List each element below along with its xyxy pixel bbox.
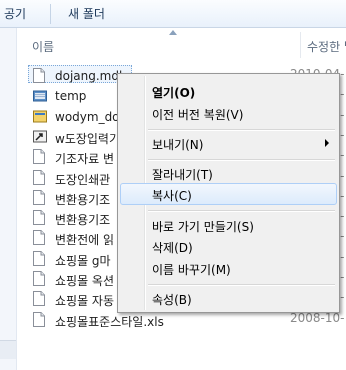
menu-item-cut-label: 잘라내기(T) <box>152 168 213 182</box>
column-header-name[interactable]: 이름 <box>32 38 54 55</box>
menu-item-open-label: 열기(O) <box>152 86 196 100</box>
file-name-cell[interactable]: w도장입력기 <box>28 126 120 146</box>
submenu-arrow-icon <box>325 139 329 147</box>
file-name-cell[interactable]: 변환전에 읽 <box>28 227 118 247</box>
menu-item-delete-label: 삭제(D) <box>152 241 193 255</box>
file-icon <box>33 149 45 165</box>
menu-item-copy[interactable]: 복사(C) <box>120 183 337 205</box>
file-name-cell[interactable]: 쇼핑몰표준스타일.xls <box>28 309 164 329</box>
menu-item-create-shortcut[interactable]: 바로 가기 만들기(S) <box>120 214 337 236</box>
file-name: dojang.mdb <box>55 69 127 83</box>
menu-item-create-shortcut-label: 바로 가기 만들기(S) <box>152 220 254 234</box>
menu-item-restore-previous[interactable]: 이전 버전 복원(V) <box>120 102 337 124</box>
column-divider[interactable] <box>300 32 301 58</box>
file-icon <box>33 189 45 205</box>
share-button[interactable]: 공기 <box>4 0 26 28</box>
menu-item-rename[interactable]: 이름 바꾸기(M) <box>120 257 337 279</box>
file-icon <box>33 230 45 246</box>
folder-icon <box>33 88 47 103</box>
toolbar: 공기 새 폴더 <box>0 0 346 28</box>
program-icon <box>33 109 47 124</box>
menu-item-rename-label: 이름 바꾸기(M) <box>152 263 231 277</box>
file-name-cell[interactable]: 쇼핑몰 g마 <box>28 248 118 268</box>
file-name-cell[interactable]: wodym_doj <box>28 106 123 124</box>
file-icon <box>33 210 45 226</box>
file-name-cell[interactable]: 도장인쇄관 <box>28 167 118 187</box>
file-name-cell[interactable]: 기조자료 변 <box>28 146 118 166</box>
navigation-scrollbar[interactable] <box>0 340 16 359</box>
menu-separator <box>148 284 335 286</box>
menu-separator <box>148 210 335 212</box>
file-name-cell[interactable]: 쇼핑몰 옥션 <box>28 268 118 288</box>
menu-item-copy-label: 복사(C) <box>152 189 192 203</box>
file-name-cell[interactable]: 쇼핑몰 자동 <box>28 288 118 308</box>
file-name: 쇼핑몰표준스타일.xls <box>55 314 164 329</box>
menu-item-properties-label: 속성(B) <box>152 293 192 307</box>
toolbar-separator <box>50 4 51 24</box>
menu-separator <box>148 159 335 161</box>
menu-item-delete[interactable]: 삭제(D) <box>120 235 337 257</box>
file-name-cell[interactable]: temp <box>28 85 118 103</box>
file-name: temp <box>55 89 87 104</box>
file-icon <box>33 250 45 266</box>
file-icon <box>33 311 45 327</box>
menu-item-restore-previous-label: 이전 버전 복원(V) <box>152 108 244 122</box>
column-header-date[interactable]: 수정한 날 <box>307 38 346 55</box>
new-folder-button[interactable]: 새 폴더 <box>68 0 105 28</box>
menu-item-send-to-label: 보내기(N) <box>152 138 204 152</box>
menu-item-send-to[interactable]: 보내기(N) <box>120 132 337 154</box>
menu-separator <box>148 129 335 131</box>
menu-item-properties[interactable]: 속성(B) <box>120 287 337 309</box>
navigation-pane <box>0 28 17 370</box>
column-header-row: 이름 수정한 날 <box>17 28 346 64</box>
file-icon <box>33 169 45 185</box>
menu-item-cut[interactable]: 잘라내기(T) <box>120 162 337 184</box>
file-name: wodym_doj <box>55 109 123 124</box>
file-icon <box>33 68 45 83</box>
file-icon <box>33 291 45 307</box>
file-name-cell[interactable]: 변환용기조 <box>28 187 118 207</box>
menu-item-open[interactable]: 열기(O) <box>120 80 337 102</box>
shortcut-icon <box>33 129 47 144</box>
sort-ascending-icon <box>169 30 177 35</box>
file-name-cell[interactable]: 변환용기조 <box>28 207 118 227</box>
file-icon <box>33 271 45 286</box>
context-menu: 열기(O) 이전 버전 복원(V) 보내기(N) 잘라내기(T) 복사(C) 바… <box>117 73 340 313</box>
